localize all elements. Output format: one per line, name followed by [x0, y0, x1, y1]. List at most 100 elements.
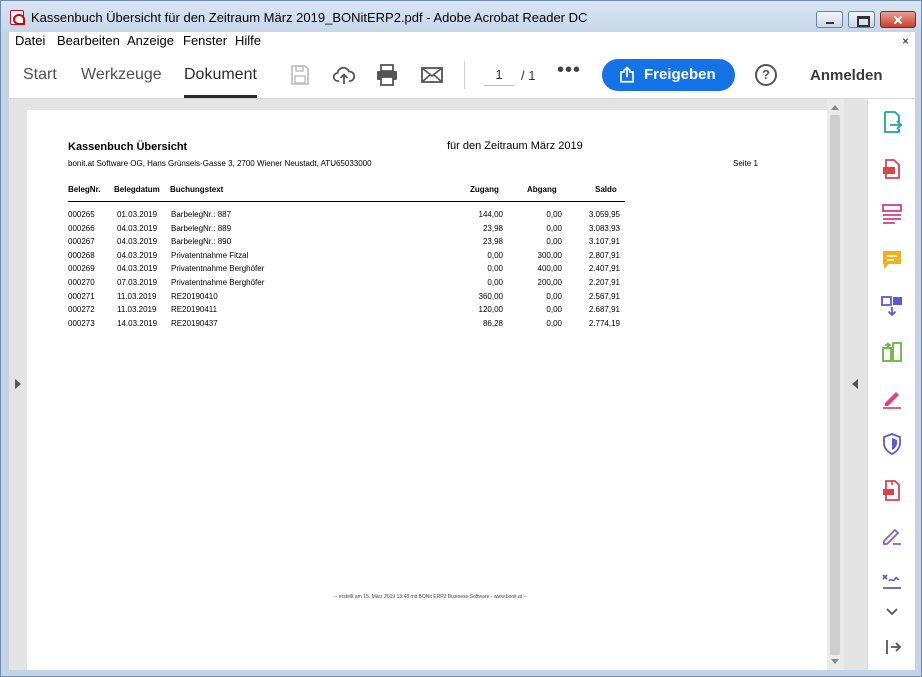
pdf-company: bonit.at Software OG, Hans Grünseis-Gass…: [68, 159, 372, 168]
app-window: Kassenbuch Übersicht für den Zeitraum Mä…: [0, 0, 922, 677]
print-icon[interactable]: [375, 63, 399, 87]
cell-date: 04.03.2019: [117, 250, 158, 260]
signin-button[interactable]: Anmelden: [810, 67, 883, 84]
expand-more-icon[interactable]: [880, 599, 904, 623]
document-viewport[interactable]: Kassenbuch Übersicht für den Zeitraum Mä…: [9, 99, 836, 670]
cell-date: 11.03.2019: [117, 305, 157, 315]
table-row: 000268 04.03.2019 Privatentnahme Fitzal …: [68, 251, 625, 265]
cell-zugang: 360,00: [478, 291, 503, 301]
create-pdf-icon[interactable]: [880, 156, 904, 180]
cell-saldo: 2.407,91: [588, 264, 620, 274]
cell-text: Privatentnahme Berghöfer: [171, 264, 265, 274]
cell-zugang: 86,28: [482, 318, 503, 328]
scroll-thumb[interactable]: [830, 115, 840, 655]
cell-nr: 000267: [68, 237, 95, 247]
cell-text: RE20190411: [171, 305, 218, 315]
cell-zugang: 0,00: [487, 250, 503, 260]
right-panel-toggle[interactable]: [844, 99, 867, 670]
cell-abgang: 0,00: [546, 318, 562, 328]
cell-text: BarbelegNr.: 887: [171, 210, 232, 219]
menu-fenster[interactable]: Fenster: [183, 33, 227, 48]
page-number-input[interactable]: [484, 64, 514, 86]
cell-saldo: 2.774,19: [588, 318, 620, 328]
share-button[interactable]: Freigeben: [602, 59, 735, 91]
share-label: Freigeben: [644, 66, 716, 83]
cell-date: 01.03.2019: [117, 210, 158, 219]
organize-pages-icon[interactable]: [880, 340, 904, 364]
collapse-panel-icon[interactable]: [880, 635, 904, 659]
cell-nr: 000265: [68, 210, 95, 219]
cell-text: Privatentnahme Fitzal: [171, 250, 249, 260]
cell-text: BarbelegNr.: 889: [171, 223, 232, 233]
window-title: Kassenbuch Übersicht für den Zeitraum Mä…: [31, 10, 588, 25]
save-icon[interactable]: [288, 63, 312, 87]
compress-pdf-icon[interactable]: [880, 478, 904, 502]
col-header-saldo: Saldo: [595, 185, 617, 194]
title-bar: Kassenbuch Übersicht für den Zeitraum Mä…: [1, 1, 921, 32]
maximize-button[interactable]: [848, 11, 875, 28]
combine-files-icon[interactable]: [880, 294, 904, 318]
send-for-signature-icon[interactable]: [880, 570, 904, 594]
cell-abgang: 200,00: [537, 277, 562, 287]
left-panel-toggle[interactable]: [9, 99, 27, 670]
comment-icon[interactable]: [880, 248, 904, 272]
active-tab-indicator: [184, 95, 257, 98]
table-row: 000273 14.03.2019 RE20190437 86,28 0,00 …: [68, 319, 625, 333]
cell-abgang: 0,00: [546, 210, 562, 219]
menu-datei[interactable]: Datei: [15, 33, 45, 48]
cell-abgang: 300,00: [537, 250, 562, 260]
pdf-footer: -- erstellt am 15. März 2019 13:48 mit B…: [334, 594, 527, 600]
scroll-up-icon[interactable]: [831, 105, 839, 110]
cell-saldo: 2.807,91: [588, 250, 620, 260]
close-document-icon[interactable]: ×: [902, 34, 909, 48]
close-button[interactable]: [880, 11, 916, 28]
cell-text: Privatentnahme Berghöfer: [171, 277, 265, 287]
menu-bearbeiten[interactable]: Bearbeiten: [57, 33, 120, 48]
cell-saldo: 2.207,91: [588, 277, 620, 287]
help-icon[interactable]: ?: [755, 64, 777, 86]
more-tools-button[interactable]: •••: [557, 59, 581, 82]
cell-date: 04.03.2019: [117, 237, 158, 247]
menu-bar: Datei Bearbeiten Anzeige Fenster Hilfe ×: [9, 32, 915, 51]
cell-zugang: 0,00: [487, 264, 503, 274]
cell-nr: 000271: [68, 291, 95, 301]
menu-anzeige[interactable]: Anzeige: [127, 33, 174, 48]
table-row: 000272 11.03.2019 RE20190411 120,00 0,00…: [68, 305, 625, 319]
tab-werkzeuge[interactable]: Werkzeuge: [81, 66, 162, 84]
pdf-page-label: Seite 1: [733, 159, 758, 168]
cell-abgang: 0,00: [546, 223, 562, 233]
redact-icon[interactable]: [880, 386, 904, 410]
scroll-down-icon[interactable]: [831, 659, 839, 664]
fill-sign-icon[interactable]: [880, 524, 904, 548]
edit-pdf-icon[interactable]: [880, 202, 904, 226]
pdf-title: Kassenbuch Übersicht: [68, 141, 188, 153]
acrobat-icon: [10, 10, 25, 25]
cell-text: RE20190437: [171, 318, 218, 328]
pdf-page: Kassenbuch Übersicht für den Zeitraum Mä…: [27, 110, 834, 670]
upload-cloud-icon[interactable]: [332, 63, 356, 87]
email-icon[interactable]: [420, 63, 444, 87]
col-header-abgang: Abgang: [527, 185, 557, 194]
cell-saldo: 3.107,91: [588, 237, 620, 247]
cell-saldo: 3.059,95: [588, 210, 620, 219]
tab-start[interactable]: Start: [23, 66, 57, 84]
col-header-zugang: Zugang: [470, 185, 499, 194]
minimize-button[interactable]: [816, 11, 843, 28]
cell-abgang: 400,00: [537, 264, 562, 274]
col-header-nr: BelegNr.: [68, 185, 101, 194]
col-header-date: Belegdatum: [114, 185, 160, 194]
col-header-text: Buchungstext: [170, 185, 224, 194]
tab-dokument[interactable]: Dokument: [184, 66, 257, 84]
pdf-period: für den Zeitraum März 2019: [447, 140, 583, 152]
menu-hilfe[interactable]: Hilfe: [235, 33, 261, 48]
export-pdf-icon[interactable]: [880, 110, 904, 134]
protect-icon[interactable]: [880, 432, 904, 456]
cell-saldo: 2.567,91: [588, 291, 620, 301]
table-row: 000266 04.03.2019 BarbelegNr.: 889 23,98…: [68, 224, 625, 238]
cell-abgang: 0,00: [546, 237, 562, 247]
cell-saldo: 2.687,91: [588, 305, 620, 315]
expand-right-icon: [15, 379, 21, 389]
table-row: 000271 11.03.2019 RE20190410 360,00 0,00…: [68, 292, 625, 306]
cell-date: 04.03.2019: [117, 223, 158, 233]
vertical-scrollbar[interactable]: [827, 99, 844, 670]
